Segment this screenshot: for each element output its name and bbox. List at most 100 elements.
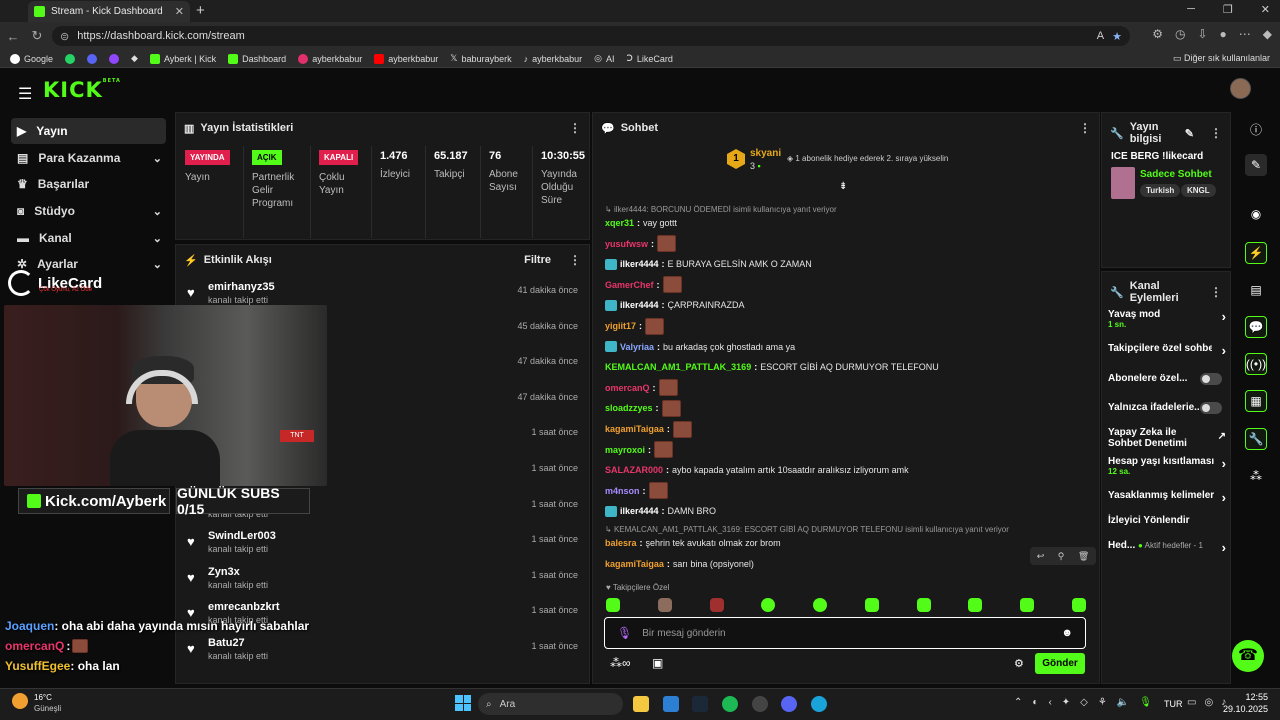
chat-username[interactable]: sloadzzyes — [605, 402, 653, 414]
maximize-icon[interactable]: ❐ — [1223, 3, 1233, 16]
tools-icon[interactable]: 🔧 — [1245, 428, 1267, 450]
edit-icon[interactable]: ✎ — [1185, 127, 1194, 140]
tray-app-icon[interactable]: ‹ — [1048, 697, 1051, 708]
chat-message[interactable]: GamerChef: — [605, 276, 1090, 294]
tray-app-icon[interactable]: ◇ — [1080, 697, 1088, 708]
new-tab-button[interactable]: + — [196, 2, 205, 19]
chat-message[interactable]: m4nson: — [605, 482, 1090, 500]
flash-icon[interactable]: ⚡ — [1245, 242, 1267, 264]
support-button[interactable]: ☎ — [1232, 640, 1264, 672]
camera-icon[interactable]: ◉ — [1245, 203, 1267, 225]
chat-username[interactable]: Valyriaa — [620, 341, 654, 353]
pinned-user[interactable]: skyani — [750, 148, 781, 159]
clock-date[interactable]: 29.10.2025 — [1222, 704, 1268, 714]
clock-time[interactable]: 12:55 — [1228, 692, 1268, 702]
close-tab-icon[interactable]: ✕ — [175, 5, 184, 18]
emoji-icon[interactable]: ☻ — [1061, 627, 1073, 639]
action-goals[interactable]: Hed... ● Aktif hedefler - 1 › — [1108, 540, 1226, 555]
avatar[interactable] — [1230, 78, 1251, 99]
follower-name[interactable]: emirhanyz35 — [208, 281, 275, 293]
follower-name[interactable]: emrecanbzkrt — [208, 601, 280, 613]
chat-username[interactable]: kagamiTaigaa — [605, 423, 664, 435]
category-name[interactable]: Sadece Sohbet — [1140, 169, 1212, 180]
history-icon[interactable]: ◷ — [1175, 27, 1185, 41]
emote-button[interactable] — [864, 598, 879, 612]
other-bookmarks[interactable]: ▭ Diğer sık kullanılanlar — [1173, 53, 1270, 64]
emote-button[interactable] — [968, 598, 983, 612]
action-ai-moderation[interactable]: Yapay Zeka ile Sohbet Denetimi ↗ — [1108, 427, 1226, 449]
chat-input[interactable]: 🎙 Bir mesaj gönderin ☻ — [604, 617, 1086, 649]
tray-app-icon[interactable]: ✦ — [1062, 697, 1070, 708]
chat-username[interactable]: kagamiTaigaa — [605, 558, 664, 570]
tag[interactable]: Turkish — [1140, 184, 1181, 197]
tray-app-icon[interactable]: ◐ — [1032, 697, 1038, 708]
site-info-icon[interactable]: ⊜ — [60, 30, 69, 43]
chat-username[interactable]: mayroxoi — [605, 444, 645, 456]
layout-icon[interactable]: ▦ — [1245, 390, 1267, 412]
sidebar-item-basarilar[interactable]: ♛ Başarılar — [11, 171, 166, 197]
chat-message[interactable]: balesra: şehrin tek avukatı olmak zor bro… — [605, 534, 1090, 552]
minimize-icon[interactable]: ─ — [1187, 3, 1195, 16]
emote-button[interactable] — [657, 598, 672, 612]
reply-icon[interactable]: ↩ — [1037, 551, 1045, 562]
emote-button[interactable] — [709, 598, 724, 612]
kebab-icon[interactable]: ⋮ — [569, 253, 581, 267]
bookmark-google[interactable]: Google — [10, 53, 53, 64]
bookmark-youtube[interactable]: ayberkbabur — [374, 53, 438, 64]
broadcast-icon[interactable]: ((•)) — [1245, 353, 1267, 375]
pin-icon[interactable]: ⚲ — [1058, 551, 1065, 562]
bookmark-diamond[interactable]: ◆ — [131, 53, 138, 64]
emote-button[interactable] — [916, 598, 931, 612]
action-account-age[interactable]: Hesap yaşı kısıtlaması 12 sa. › — [1108, 456, 1226, 476]
close-window-icon[interactable]: ✕ — [1261, 3, 1270, 16]
action-raid[interactable]: İzleyici Yönlendir — [1108, 515, 1226, 526]
chat-username[interactable]: ilker4444 — [620, 505, 659, 517]
store-icon[interactable] — [663, 696, 679, 712]
copilot-icon[interactable]: ◆ — [1263, 27, 1272, 41]
emote-button[interactable] — [1020, 598, 1035, 612]
chat-message[interactable]: yigiit17: — [605, 317, 1090, 335]
download-icon[interactable]: ⇩ — [1197, 27, 1207, 41]
kick-logo[interactable]: KICKBETA — [43, 78, 121, 102]
edit-rail-icon[interactable]: ✎ — [1245, 154, 1267, 176]
chat-username[interactable]: omercanQ — [605, 382, 650, 394]
bookmark-x[interactable]: 𝕏baburayberk — [450, 53, 511, 64]
chat-message[interactable]: xqer31: vay gottt — [605, 214, 1090, 232]
browser-tab[interactable]: Stream - Kick Dashboard ✕ — [28, 1, 190, 22]
sidebar-item-kanal[interactable]: ▬ Kanal ⌄ — [11, 225, 166, 251]
windows-start-icon[interactable] — [455, 695, 471, 711]
action-banned-words[interactable]: Yasaklanmış kelimeler › — [1108, 490, 1226, 505]
send-button[interactable]: Gönder — [1035, 653, 1085, 674]
bookmark-likecard[interactable]: Ↄ LikeCard — [627, 53, 673, 64]
chat-message[interactable]: yusufwsw: — [605, 235, 1090, 253]
action-emotes-only[interactable]: Yalnızca ifadelerie... — [1108, 402, 1226, 414]
taskbar-search[interactable]: ⌕ Ara — [478, 693, 623, 715]
chat-username[interactable]: yusufwsw — [605, 238, 648, 250]
action-followers-only[interactable]: Takipçilere özel sohbet › — [1108, 343, 1226, 358]
emote-button[interactable] — [813, 598, 828, 612]
file-explorer-icon[interactable] — [633, 696, 649, 712]
profile-icon[interactable]: ● — [1220, 27, 1227, 41]
action-subs-only[interactable]: Abonelere özel... — [1108, 373, 1226, 385]
chat-rail-icon[interactable]: 💬 — [1245, 316, 1267, 338]
chat-settings-icon[interactable]: ⚙ — [1014, 657, 1024, 670]
info-icon[interactable]: ⓘ — [1245, 118, 1267, 140]
bookmark-instagram[interactable]: ayberkbabur — [298, 53, 362, 64]
delete-icon[interactable]: 🗑 — [1078, 551, 1089, 562]
chat-message[interactable]: KEMALCAN_AM1_PATTLAK_3169: ESCORT GİBİ AQ… — [605, 358, 1090, 376]
sidebar-item-yayin[interactable]: ▶ Yayın — [11, 118, 166, 144]
microphone-icon[interactable]: 🎙 — [617, 626, 632, 640]
bookmark-discord[interactable] — [87, 53, 98, 64]
chat-message[interactable]: omercanQ: — [605, 379, 1090, 397]
read-aloud-icon[interactable]: A — [1097, 30, 1104, 42]
filter-button[interactable]: Filtre — [524, 254, 551, 266]
follower-name[interactable]: SwindLer003 — [208, 530, 276, 542]
edge-icon[interactable] — [811, 696, 827, 712]
chat-message[interactable]: ilker4444: E BURAYA GELSİN AMK O ZAMAN — [605, 255, 1090, 273]
language-indicator[interactable]: TUR — [1164, 699, 1183, 709]
gift-box-icon[interactable]: ▣ — [652, 656, 663, 670]
discord-taskbar-icon[interactable] — [781, 696, 797, 712]
chat-username[interactable]: balesra — [605, 537, 637, 549]
chat-message[interactable]: SALAZAR000: aybo kapada yatalım artık 10s… — [605, 461, 1090, 479]
bookmark-ayberk-kick[interactable]: Ayberk | Kick — [149, 53, 216, 64]
